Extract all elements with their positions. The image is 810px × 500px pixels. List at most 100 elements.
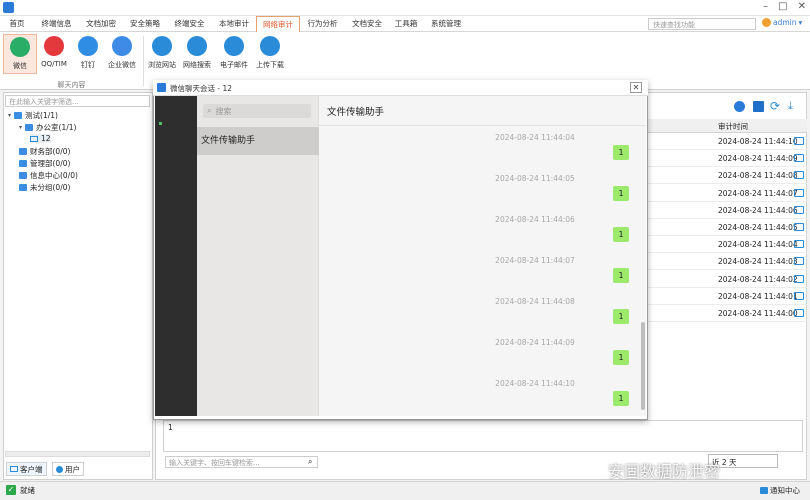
monitor-icon[interactable] (794, 240, 804, 249)
download-icon[interactable]: ⤓ (788, 99, 793, 113)
table-row[interactable]: 2024-08-24 11:44:04 (646, 236, 807, 254)
check-icon: ✓ (6, 485, 16, 495)
search-icon[interactable]: ⌕ (308, 457, 312, 467)
ribbon-button[interactable]: 企业微信 (105, 34, 139, 74)
ribbon-button[interactable]: 浏览网站 (145, 34, 179, 74)
tab-clients[interactable]: 客户端 (6, 462, 47, 476)
table-row[interactable]: 2024-08-24 11:44:09 (646, 150, 807, 168)
monitor-icon[interactable] (794, 309, 804, 317)
quick-search-input[interactable]: 快速查找功能 (648, 18, 756, 30)
message-bubble[interactable]: 1 (613, 350, 629, 365)
table-row[interactable]: 2024-08-24 11:44:10 (646, 133, 807, 150)
tab-users[interactable]: 用户 (52, 462, 84, 476)
table-row[interactable]: 2024-08-24 11:44:06 (646, 202, 807, 219)
refresh-icon[interactable]: ⟳ (770, 99, 780, 113)
menu-tab[interactable]: 文档安全 (345, 16, 389, 32)
menu-tab[interactable]: 工具箱 (389, 16, 423, 32)
org-group-icon (25, 124, 34, 131)
audit-time-cell: 2024-08-24 11:44:02 (718, 274, 798, 284)
tree-horizontal-scrollbar[interactable] (5, 451, 150, 457)
monitor-icon[interactable] (794, 223, 804, 231)
audit-time-cell: 2024-08-24 11:44:00 (718, 309, 798, 318)
audit-time-cell: 2024-08-24 11:44:01 (718, 291, 798, 301)
menu-tab[interactable]: 系统管理 (423, 16, 469, 32)
tree-node[interactable]: ▾ 办公室(1/1) (19, 122, 76, 133)
tree-node[interactable]: 管理部(0/0) (19, 158, 70, 169)
menu-tab[interactable]: 行为分析 (300, 16, 345, 32)
monitor-icon[interactable] (794, 257, 804, 266)
message-bubble[interactable]: 1 (613, 391, 629, 406)
ribbon-button[interactable]: QQ/TIM (37, 34, 71, 74)
globe-icon (152, 36, 172, 56)
web-search-icon (187, 36, 207, 56)
ribbon-button-label: 钉钉 (81, 61, 95, 69)
ribbon-button-label: 电子邮件 (220, 61, 248, 69)
table-row[interactable]: 2024-08-24 11:44:03 (646, 253, 807, 271)
chevron-down-icon[interactable]: ▾ (19, 124, 22, 131)
conversation-search[interactable]: ⌕ 搜索 (203, 104, 311, 118)
table-row[interactable]: 2024-08-24 11:44:05 (646, 219, 807, 236)
dialog-close-button[interactable]: ✕ (630, 82, 642, 93)
monitor-icon[interactable] (794, 274, 804, 283)
message-bubble[interactable]: 1 (613, 186, 629, 201)
table-row[interactable]: 2024-08-24 11:44:02 (646, 271, 807, 288)
tree-filter-input[interactable]: 在此输入关键字筛选... (5, 95, 150, 107)
ribbon-button[interactable]: 网络搜索 (180, 34, 214, 74)
bell-icon (760, 487, 768, 494)
monitor-icon[interactable] (794, 205, 804, 214)
user-menu[interactable]: admin ▾ (762, 18, 802, 27)
message-scrollbar[interactable] (641, 322, 645, 410)
maximize-icon[interactable]: □ (778, 1, 787, 12)
ribbon-divider (143, 36, 144, 86)
menu-tab[interactable]: 网络审计 (256, 16, 300, 32)
tree-node[interactable]: 未分组(0/0) (19, 182, 70, 193)
ribbon-button[interactable]: 上传下载 (253, 34, 287, 74)
tree-node[interactable]: 信息中心(0/0) (19, 170, 78, 181)
conversation-item[interactable]: 文件传输助手 (197, 127, 319, 155)
table-row[interactable]: 2024-08-24 11:44:08 (646, 167, 807, 185)
close-icon[interactable]: ✕ (798, 1, 806, 12)
monitor-icon[interactable] (794, 291, 804, 300)
menu-tab[interactable]: 安全策略 (123, 16, 167, 32)
menu-tab[interactable]: 终端信息 (34, 16, 79, 32)
notification-center-button[interactable]: 通知中心 (760, 485, 800, 496)
chat-icon[interactable] (734, 101, 745, 112)
computer-icon (30, 135, 38, 142)
ribbon-button[interactable]: 钉钉 (71, 34, 105, 74)
monitor-icon[interactable] (794, 137, 804, 145)
org-group-icon (19, 160, 27, 167)
minimize-icon[interactable]: – (763, 1, 768, 12)
message-bubble[interactable]: 1 (613, 227, 629, 242)
ribbon-button[interactable]: 微信 (3, 34, 37, 74)
ribbon-button[interactable]: 电子邮件 (217, 34, 251, 74)
chat-sidebar-strip (155, 96, 197, 416)
tree-node[interactable]: ▾ 测试(1/1) (8, 110, 58, 121)
message-bubble[interactable]: 1 (613, 309, 629, 324)
menu-tab[interactable]: 首页 (0, 16, 34, 32)
monitor-icon[interactable] (794, 154, 804, 163)
monitor-icon[interactable] (794, 171, 804, 180)
status-bar (0, 481, 810, 500)
menu-tab[interactable]: 文档加密 (79, 16, 123, 32)
message-bubble[interactable]: 1 (613, 145, 629, 160)
dialog-app-icon (157, 83, 166, 92)
table-row[interactable]: 2024-08-24 11:44:00 (646, 305, 807, 322)
chevron-down-icon[interactable]: ▾ (8, 112, 11, 119)
tree-node[interactable]: 财务部(0/0) (19, 146, 70, 157)
window-controls: – □ ✕ (763, 1, 806, 12)
keyword-search-input[interactable]: 输入关键字、按回车键检索... (165, 456, 318, 468)
tree-node-label: 办公室(1/1) (36, 123, 77, 132)
message-timestamp: 2024-08-24 11:44:10 (495, 379, 575, 388)
table-row[interactable]: 2024-08-24 11:44:07 (646, 185, 807, 202)
column-audit-time[interactable]: 审计时间 (718, 121, 748, 132)
menu-tab[interactable]: 终端安全 (167, 16, 212, 32)
org-group-icon (14, 112, 23, 119)
message-bubble[interactable]: 1 (613, 268, 629, 283)
table-row[interactable]: 2024-08-24 11:44:01 (646, 288, 807, 305)
title-bar (0, 0, 810, 16)
org-group-icon (19, 172, 27, 179)
menu-tab[interactable]: 本地审计 (212, 16, 256, 32)
tree-node[interactable]: 12 (30, 134, 51, 143)
columns-icon[interactable] (753, 101, 764, 112)
monitor-icon[interactable] (794, 188, 804, 197)
